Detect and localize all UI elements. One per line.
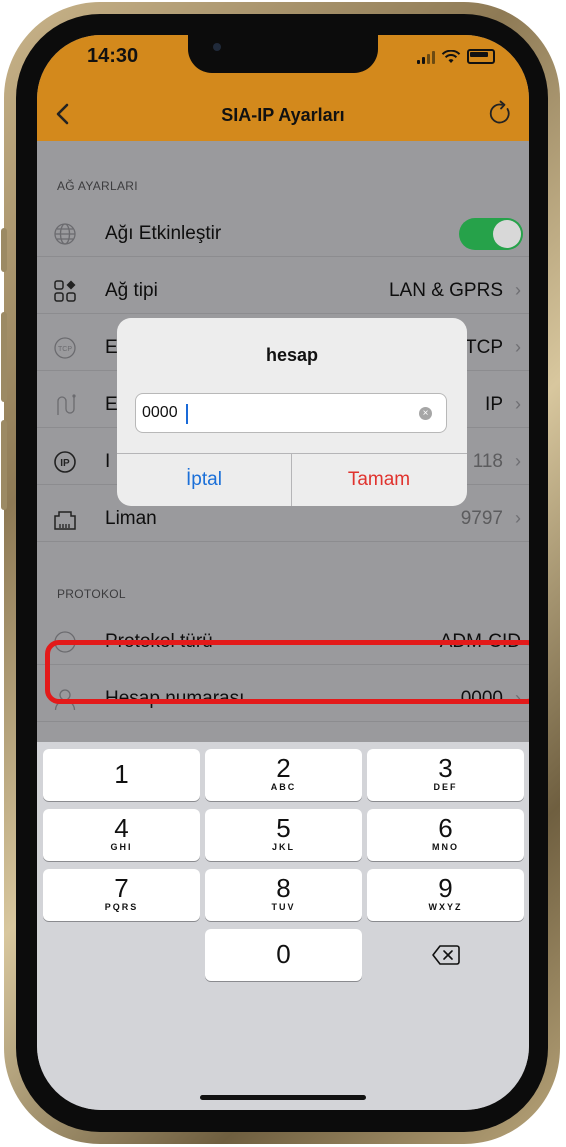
cancel-button[interactable]: İptal	[117, 453, 291, 506]
key-8[interactable]: 8 TUV	[205, 869, 362, 921]
key-2[interactable]: 2 ABC	[205, 749, 362, 801]
key-letters: ABC	[270, 782, 297, 792]
refresh-button[interactable]	[485, 98, 515, 128]
key-1[interactable]: 1	[43, 749, 200, 801]
section-header-network: AĞ AYARLARI	[57, 179, 138, 193]
key-letters: MNO	[432, 842, 459, 852]
row-value: IP	[485, 394, 503, 415]
key-4[interactable]: 4 GHI	[43, 809, 200, 861]
key-digit: 3	[438, 753, 453, 783]
row-label: Ağ tipi	[105, 280, 158, 301]
status-icons	[417, 49, 495, 64]
row-value: 118	[472, 451, 503, 472]
row-label: E	[105, 394, 118, 415]
signal-icon	[417, 51, 435, 64]
highlight-box	[45, 640, 529, 704]
key-letters: JKL	[271, 842, 295, 852]
backspace-icon	[431, 945, 460, 965]
key-7[interactable]: 7 PQRS	[43, 869, 200, 921]
row-label: E	[105, 337, 118, 358]
volume-up-button	[1, 312, 7, 402]
svg-text:IP: IP	[60, 458, 70, 469]
key-3[interactable]: 3 DEF	[367, 749, 524, 801]
key-9[interactable]: 9 WXYZ	[367, 869, 524, 921]
network-enable-toggle[interactable]	[459, 218, 523, 250]
mute-switch	[1, 228, 7, 272]
key-digit: 7	[114, 873, 129, 903]
chevron-right-icon: ›	[515, 394, 521, 414]
page-title: SIA-IP Ayarları	[221, 105, 345, 125]
battery-icon	[467, 49, 495, 64]
row-value: 9797	[460, 508, 503, 529]
chevron-right-icon: ›	[515, 280, 521, 300]
account-dialog: hesap × İptal Tamam	[117, 318, 467, 506]
section-header-protocol: PROTOKOL	[57, 587, 126, 601]
key-digit: 5	[276, 813, 291, 843]
navigation-bar: 14:30 SIA-IP Ayarları	[37, 35, 529, 141]
key-0[interactable]: 0	[205, 929, 362, 981]
key-letters: GHI	[110, 842, 133, 852]
ok-button[interactable]: Tamam	[292, 453, 466, 506]
chevron-right-icon: ›	[515, 508, 521, 528]
account-input[interactable]	[142, 400, 412, 426]
key-digit: 1	[114, 759, 129, 789]
row-label: Ağı Etkinleştir	[105, 223, 222, 244]
key-letters: TUV	[271, 902, 296, 912]
status-time: 14:30	[87, 45, 139, 67]
home-indicator[interactable]	[200, 1095, 366, 1100]
row-value: TCP	[465, 337, 503, 358]
front-camera	[213, 43, 221, 51]
row-value: LAN & GPRS	[388, 280, 503, 301]
row-label: I	[105, 451, 111, 472]
route-icon	[57, 394, 76, 415]
chevron-right-icon: ›	[515, 451, 521, 471]
key-6[interactable]: 6 MNO	[367, 809, 524, 861]
key-letters: PQRS	[104, 902, 139, 912]
tcp-icon: TCP	[54, 337, 76, 359]
key-letters: DEF	[433, 782, 458, 792]
volume-down-button	[1, 420, 7, 510]
row-label: Liman	[105, 508, 157, 529]
key-digit: 9	[438, 873, 453, 903]
key-digit: 2	[276, 753, 291, 783]
ip-icon: IP	[54, 451, 76, 473]
numeric-keypad: 1 2 ABC 3 DEF 4 GHI 5 JKL 6 MNO 7 PQRS 8…	[37, 742, 529, 1110]
key-5[interactable]: 5 JKL	[205, 809, 362, 861]
svg-text:TCP: TCP	[58, 346, 72, 353]
clear-icon[interactable]: ×	[419, 407, 432, 420]
row-network-type[interactable]: Ağ tipi LAN & GPRS ›	[37, 267, 529, 314]
key-digit: 0	[276, 939, 291, 969]
globe-icon	[54, 223, 76, 245]
key-digit: 6	[438, 813, 453, 843]
phone-screen: 14:30 SIA-IP Ayarları AĞ AYARLARI Ağı Et…	[37, 35, 529, 1110]
text-caret	[186, 404, 188, 424]
key-letters: WXYZ	[428, 902, 463, 912]
row-network-enable: Ağı Etkinleştir	[37, 210, 529, 257]
key-digit: 4	[114, 813, 129, 843]
port-icon	[54, 511, 76, 530]
grid-shapes-icon	[54, 280, 76, 302]
chevron-right-icon: ›	[515, 337, 521, 357]
refresh-icon	[489, 100, 510, 124]
account-input-box: ×	[135, 393, 447, 433]
backspace-key[interactable]	[367, 929, 524, 981]
wifi-icon	[441, 50, 461, 63]
notch	[188, 35, 378, 73]
dialog-title: hesap	[265, 345, 319, 365]
key-digit: 8	[276, 873, 291, 903]
